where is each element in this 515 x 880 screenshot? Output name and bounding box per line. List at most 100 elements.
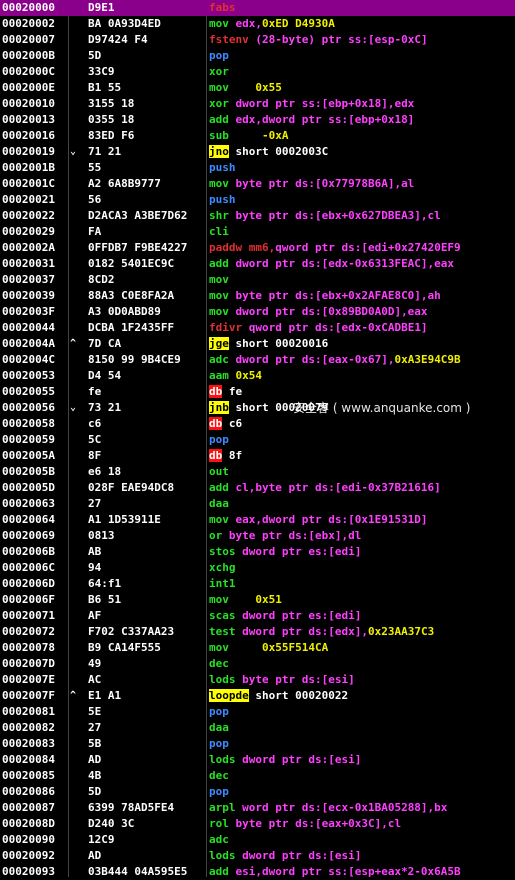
instruction-row[interactable]: 00020010 3155 18 xor dword ptr ss:[ebp+0x1… [0, 96, 515, 112]
address-cell: 00020002 [2, 17, 55, 30]
operand: qword ptr ds:[edx-0xCADBE1] [248, 321, 428, 334]
instruction-row[interactable]: 00020055 fe db fe [0, 384, 515, 400]
opcode-bytes-cell: A1 1D53911E [88, 513, 161, 526]
instruction-row[interactable]: 00020063 27 daa [0, 496, 515, 512]
opcode-bytes-cell: 03B444 04A595E5 [88, 865, 188, 878]
instruction-row[interactable]: 0002000B 5D pop ebp [0, 48, 515, 64]
jump-arrow-icon: ⌄ [70, 402, 77, 413]
operand: dword ptr es:[edi] [242, 609, 362, 622]
operand: dx,ss [235, 273, 269, 286]
instruction-row[interactable]: 00020029 FA cli [0, 224, 515, 240]
instruction-row[interactable]: 00020090 12C9 adc cl,cl [0, 832, 515, 848]
instruction-row[interactable]: 00020083 5B pop ebx [0, 736, 515, 752]
opcode-bytes-cell: 27 [88, 497, 102, 510]
instruction-row[interactable]: 00020084 AD lods dword ptr ds:[esi] [0, 752, 515, 768]
instruction-cell: pop ebp [209, 48, 515, 64]
mnemonic: push [209, 193, 236, 206]
operand: ebp [235, 49, 256, 62]
instruction-row[interactable]: 00020000 D9E1 fabs [0, 0, 515, 16]
opcode-bytes-cell: 71 21 [88, 145, 122, 158]
instruction-row[interactable]: 00020086 5D pop ebp [0, 784, 515, 800]
operand: dword ptr ds:[esi] [242, 753, 362, 766]
instruction-row[interactable]: 00020039 88A3 C0E8FA2A mov byte ptr ds:[eb… [0, 288, 515, 304]
instruction-row[interactable]: 0002007E AC lods byte ptr ds:[esi] [0, 672, 515, 688]
instruction-row[interactable]: 00020058 c6 db c6 [0, 416, 515, 432]
disassembly-view[interactable]: 00020000 D9E1 fabs 00020002 BA 0A93D4ED mov e… [0, 0, 515, 880]
instruction-row[interactable]: 0002001B 55 push ebp [0, 160, 515, 176]
address-cell: 00020044 [2, 321, 55, 334]
opcode-bytes-cell: FA [88, 225, 102, 238]
instruction-row[interactable]: 0002008D D240 3C rol byte ptr ds:[eax+0x3C… [0, 816, 515, 832]
instruction-row[interactable]: 0002001C A2 6A8B9777 mov byte ptr ds:[0x77… [0, 176, 515, 192]
opcode-bytes-cell: B6 51 [88, 593, 122, 606]
instruction-row[interactable]: 0002006D 64:f1 int1 [0, 576, 515, 592]
address-cell: 0002005D [2, 481, 55, 494]
instruction-row[interactable]: 00020072 F702 C337AA23 test dword ptr ds:[… [0, 624, 515, 640]
instruction-row[interactable]: 00020082 27 daa [0, 720, 515, 736]
address-cell: 0002000B [2, 49, 55, 62]
instruction-row[interactable]: 00020064 A1 1D53911E mov eax,dword ptr ds:… [0, 512, 515, 528]
instruction-row[interactable]: 0002005A 8F db 8f [0, 448, 515, 464]
address-cell: 0002006D [2, 577, 55, 590]
opcode-bytes-cell: A3 0D0ABD89 [88, 305, 161, 318]
address-cell: 00020084 [2, 753, 55, 766]
operand: (28-byte) ptr ss:[esp-0xC] [255, 33, 428, 46]
instruction-row[interactable]: 0002005D 028F EAE94DC8 add cl,byte ptr ds:… [0, 480, 515, 496]
instruction-row[interactable]: 0002004A ^ 7D CA jge short 00020016 [0, 336, 515, 352]
instruction-row[interactable]: 0002007D 49 dec ecx [0, 656, 515, 672]
instruction-row[interactable]: 00020007 D97424 F4 fstenv (28-byte) ptr ss… [0, 32, 515, 48]
instruction-row[interactable]: 0002000E B1 55 mov cl,0x55 [0, 80, 515, 96]
address-cell: 0002001C [2, 177, 55, 190]
operand: 0x51 [255, 593, 282, 606]
mnemonic: fdivr [209, 321, 243, 334]
instruction-row[interactable]: 0002004C 8150 99 9B4CE9 adc dword ptr ds:[… [0, 352, 515, 368]
instruction-cell: lods byte ptr ds:[esi] [209, 672, 515, 688]
opcode-bytes-cell: D9E1 [88, 1, 115, 14]
instruction-row[interactable]: 00020022 D2ACA3 A3BE7D62 shr byte ptr ds:[… [0, 208, 515, 224]
opcode-bytes-cell: AC [88, 673, 102, 686]
opcode-bytes-cell: 83ED F6 [88, 129, 135, 142]
instruction-row[interactable]: 00020093 03B444 04A595E5 add esi,dword ptr… [0, 864, 515, 880]
instruction-row[interactable]: 0002005B e6 18 out 0x18,al [0, 464, 515, 480]
address-cell: 00020081 [2, 705, 55, 718]
instruction-row[interactable]: 0002000C 33C9 xor ecx,ecx [0, 64, 515, 80]
instruction-row[interactable]: 00020037 8CD2 mov dx,ss [0, 272, 515, 288]
mnemonic: pop [209, 705, 229, 718]
opcode-bytes-cell: 12C9 [88, 833, 115, 846]
instruction-cell: adc dword ptr ds:[eax-0x67],0xA3E94C9B [209, 352, 515, 368]
instruction-row[interactable]: 0002003F A3 0D0ABD89 mov dword ptr ds:[0x8… [0, 304, 515, 320]
instruction-row[interactable]: 00020059 5C pop esp [0, 432, 515, 448]
instruction-row[interactable]: 00020031 0182 5401EC9C add dword ptr ds:[e… [0, 256, 515, 272]
instruction-row[interactable]: 0002002A 0FFDB7 F9BE4227 paddw mm6,qword p… [0, 240, 515, 256]
address-cell: 00020090 [2, 833, 55, 846]
instruction-row[interactable]: 00020019 ⌄ 71 21 jno short 0002003C [0, 144, 515, 160]
instruction-row[interactable]: 00020053 D4 54 aam 0x54 [0, 368, 515, 384]
address-cell: 00020059 [2, 433, 55, 446]
instruction-row[interactable]: 00020087 6399 78AD5FE4 arpl word ptr ds:[e… [0, 800, 515, 816]
instruction-cell: db fe [209, 384, 515, 400]
opcode-bytes-cell: 49 [88, 657, 102, 670]
instruction-row[interactable]: 0002007F ^ E1 A1 loopde short 00020022 [0, 688, 515, 704]
instruction-row[interactable]: 0002006C 94 xchg eax,esp [0, 560, 515, 576]
instruction-row[interactable]: 00020016 83ED F6 sub ebp,-0xA [0, 128, 515, 144]
instruction-row[interactable]: 00020021 56 push esi [0, 192, 515, 208]
address-cell: 00020082 [2, 721, 55, 734]
instruction-row[interactable]: 00020044 DCBA 1F2435FF fdivr qword ptr ds:… [0, 320, 515, 336]
instruction-row[interactable]: 0002006F B6 51 mov dh,0x51 [0, 592, 515, 608]
instruction-row[interactable]: 00020078 B9 CA14F555 mov ecx,0x55F514CA [0, 640, 515, 656]
instruction-row[interactable]: 00020002 BA 0A93D4ED mov edx,0xED D4930A [0, 16, 515, 32]
instruction-row[interactable]: 00020013 0355 18 add edx,dword ptr ss:[ebp… [0, 112, 515, 128]
instruction-cell: xor ecx,ecx [209, 64, 515, 80]
operand: ebp [242, 161, 262, 174]
instruction-row[interactable]: 0002006B AB stos dword ptr es:[edi] [0, 544, 515, 560]
opcode-bytes-cell: 8F [88, 449, 102, 462]
instruction-row[interactable]: 00020081 5E pop esi [0, 704, 515, 720]
instruction-row[interactable]: 00020069 0813 or byte ptr ds:[ebx],dl [0, 528, 515, 544]
operand: dword ptr ds:[edx], [242, 625, 368, 638]
mnemonic: db [209, 449, 223, 462]
mnemonic: xchg [209, 561, 236, 574]
mnemonic: sub [209, 129, 229, 142]
instruction-row[interactable]: 00020085 4B dec ebx [0, 768, 515, 784]
instruction-row[interactable]: 00020071 AF scas dword ptr es:[edi] [0, 608, 515, 624]
instruction-row[interactable]: 00020092 AD lods dword ptr ds:[esi] [0, 848, 515, 864]
